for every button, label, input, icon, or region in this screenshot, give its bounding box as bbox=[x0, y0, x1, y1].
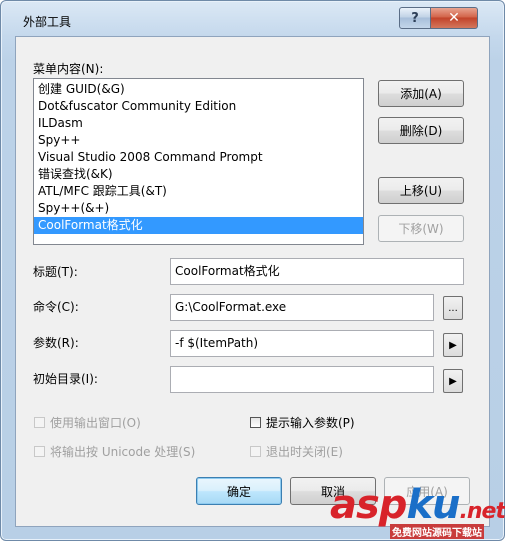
list-item[interactable]: Visual Studio 2008 Command Prompt bbox=[34, 149, 363, 166]
prompt-for-arguments-checkbox[interactable]: 提示输入参数(P) bbox=[250, 414, 355, 431]
initial-directory-menu-button[interactable]: ▶ bbox=[443, 369, 463, 393]
list-item[interactable]: 错误查找(&K) bbox=[34, 166, 363, 183]
list-item[interactable]: 创建 GUID(&G) bbox=[34, 81, 363, 98]
move-down-button[interactable]: 下移(W) bbox=[378, 215, 464, 242]
arguments-label: 参数(R): bbox=[33, 336, 79, 350]
watermark-subtitle: 免费网站源码下载站 bbox=[390, 524, 484, 539]
arguments-menu-button[interactable]: ▶ bbox=[443, 333, 463, 357]
arrow-right-icon: ▶ bbox=[449, 375, 457, 387]
delete-button[interactable]: 删除(D) bbox=[378, 117, 464, 144]
command-input[interactable]: G:\CoolFormat.exe bbox=[170, 294, 434, 321]
menu-contents-list[interactable]: 创建 GUID(&G) Dot&fuscator Community Editi… bbox=[33, 78, 364, 245]
list-item[interactable]: Spy++(&+) bbox=[34, 200, 363, 217]
checkbox-box bbox=[250, 417, 261, 428]
ellipsis-icon: ... bbox=[448, 302, 458, 314]
list-item[interactable]: Dot&fuscator Community Edition bbox=[34, 98, 363, 115]
checkbox-label: 将输出按 Unicode 处理(S) bbox=[50, 445, 196, 459]
title-input[interactable]: CoolFormat格式化 bbox=[170, 258, 464, 285]
use-output-window-checkbox[interactable]: 使用输出窗口(O) bbox=[34, 414, 141, 431]
checkbox-box bbox=[34, 417, 45, 428]
list-item[interactable]: ILDasm bbox=[34, 115, 363, 132]
watermark-net: .net bbox=[459, 499, 505, 524]
close-button[interactable]: ✕ bbox=[430, 7, 478, 29]
command-label: 命令(C): bbox=[33, 300, 79, 314]
checkbox-label: 退出时关闭(E) bbox=[266, 445, 343, 459]
browse-command-button[interactable]: ... bbox=[443, 296, 463, 320]
dialog-title: 外部工具 bbox=[23, 15, 72, 29]
title-label: 标题(T): bbox=[33, 265, 78, 279]
list-item-selected[interactable]: CoolFormat格式化 bbox=[34, 217, 363, 234]
close-icon: ✕ bbox=[448, 10, 460, 26]
close-on-exit-checkbox[interactable]: 退出时关闭(E) bbox=[250, 443, 343, 460]
menu-contents-label: 菜单内容(N): bbox=[33, 62, 104, 76]
checkbox-box bbox=[250, 446, 261, 457]
help-icon: ? bbox=[411, 10, 419, 26]
help-button[interactable]: ? bbox=[399, 7, 431, 29]
checkbox-label: 使用输出窗口(O) bbox=[50, 416, 141, 430]
list-item[interactable]: ATL/MFC 跟踪工具(&T) bbox=[34, 183, 363, 200]
add-button[interactable]: 添加(A) bbox=[378, 80, 464, 107]
move-up-button[interactable]: 上移(U) bbox=[378, 177, 464, 204]
arrow-right-icon: ▶ bbox=[449, 339, 457, 351]
initial-directory-label: 初始目录(I): bbox=[33, 372, 98, 386]
treat-output-as-unicode-checkbox[interactable]: 将输出按 Unicode 处理(S) bbox=[34, 443, 195, 460]
list-item[interactable]: Spy++ bbox=[34, 132, 363, 149]
site-watermark-logo: aspku.net 免费网站源码下载站 bbox=[330, 482, 505, 540]
watermark-ku: ku bbox=[406, 482, 460, 528]
ok-button[interactable]: 确定 bbox=[196, 477, 282, 505]
initial-directory-input[interactable] bbox=[170, 366, 434, 393]
checkbox-box bbox=[34, 446, 45, 457]
arguments-input[interactable]: -f $(ItemPath) bbox=[170, 330, 434, 357]
watermark-asp: asp bbox=[330, 482, 407, 528]
checkbox-label: 提示输入参数(P) bbox=[266, 416, 355, 430]
